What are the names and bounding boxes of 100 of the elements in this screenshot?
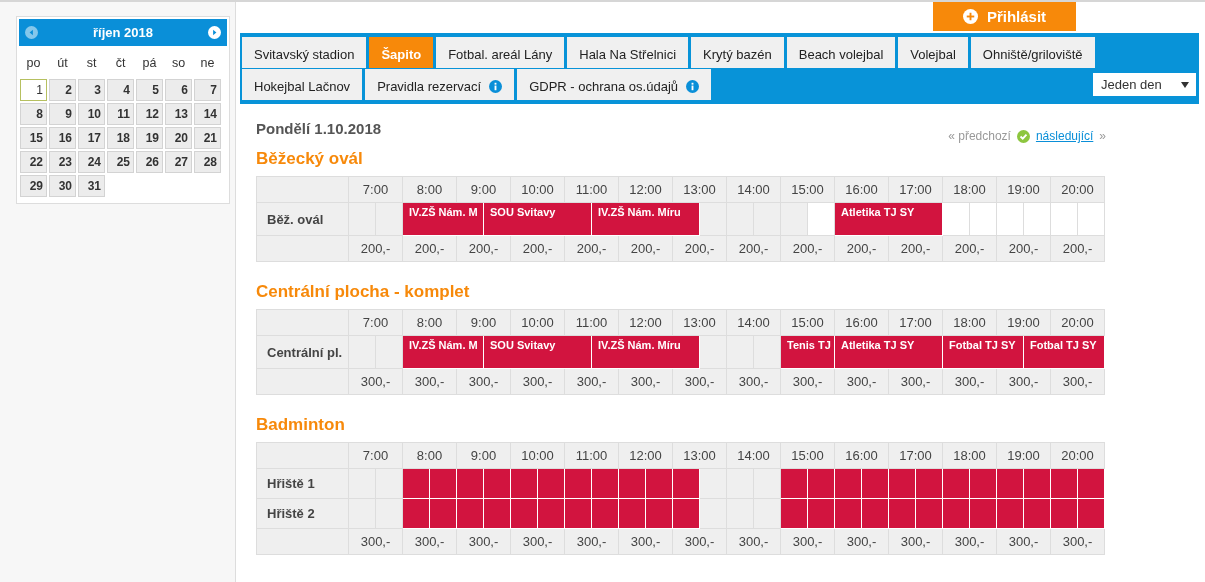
plus-icon [962, 9, 978, 24]
booking-block: Fotbal TJ SY [1024, 336, 1105, 369]
calendar-day[interactable]: 16 [49, 127, 76, 149]
calendar-day[interactable]: 6 [165, 79, 192, 101]
calendar-day[interactable]: 9 [49, 103, 76, 125]
price-cell: 200,- [727, 236, 781, 262]
price-cell: 200,- [781, 236, 835, 262]
calendar-day[interactable]: 23 [49, 151, 76, 173]
hour-header: 10:00 [511, 310, 565, 336]
price-cell: 300,- [1051, 529, 1105, 555]
hour-header: 20:00 [1051, 177, 1105, 203]
calendar-day[interactable]: 3 [78, 79, 105, 101]
calendar-day[interactable]: 8 [20, 103, 47, 125]
hour-header: 7:00 [349, 443, 403, 469]
tab[interactable]: Fotbal. areál Lány [436, 37, 565, 68]
calendar-day[interactable]: 11 [107, 103, 134, 125]
section-title: Badminton [256, 415, 346, 435]
calendar-day[interactable]: 19 [136, 127, 163, 149]
price-cell: 200,- [565, 236, 619, 262]
hour-header: 15:00 [781, 177, 835, 203]
hour-header: 17:00 [889, 310, 943, 336]
section-title: Centrální plocha - komplet [256, 282, 471, 302]
calendar-day[interactable]: 25 [107, 151, 134, 173]
weekday-label: so [170, 55, 187, 72]
price-cell: 300,- [835, 529, 889, 555]
price-cell: 300,- [781, 529, 835, 555]
price-cell: 200,- [403, 236, 457, 262]
price-cell: 300,- [619, 369, 673, 395]
calendar-day[interactable]: 21 [194, 127, 221, 149]
time-slot[interactable] [970, 203, 997, 236]
tab[interactable]: Beach volejbal [786, 37, 896, 68]
calendar-day[interactable]: 22 [20, 151, 47, 173]
time-slot[interactable] [808, 203, 835, 236]
booking-block: Tenis TJ [781, 336, 835, 369]
calendar-day[interactable]: 26 [136, 151, 163, 173]
tab[interactable]: Svitavský stadion [242, 37, 367, 68]
hour-header: 20:00 [1051, 443, 1105, 469]
calendar-day[interactable]: 5 [136, 79, 163, 101]
booking-block: Atletika TJ SY [835, 336, 943, 369]
hour-header: 19:00 [997, 177, 1051, 203]
hour-header: 16:00 [835, 443, 889, 469]
calendar-day[interactable]: 27 [165, 151, 192, 173]
next-link[interactable]: následující [1035, 129, 1094, 143]
calendar-day[interactable]: 29 [20, 175, 47, 197]
calendar-day[interactable]: 30 [49, 175, 76, 197]
calendar-day[interactable]: 24 [78, 151, 105, 173]
hour-header: 11:00 [565, 443, 619, 469]
hour-header: 8:00 [403, 177, 457, 203]
hour-header: 15:00 [781, 443, 835, 469]
price-cell: 200,- [889, 236, 943, 262]
tab[interactable]: GDPR - ochrana os.údajů [517, 69, 712, 100]
hour-header: 13:00 [673, 177, 727, 203]
price-cell: 200,- [943, 236, 997, 262]
weekday-label: st [85, 55, 98, 72]
hour-header: 13:00 [673, 310, 727, 336]
date-heading: Pondělí 1.10.2018 [256, 120, 382, 137]
price-cell: 300,- [403, 369, 457, 395]
calendar-day[interactable]: 20 [165, 127, 192, 149]
calendar-day[interactable]: 17 [78, 127, 105, 149]
time-slot[interactable] [997, 203, 1024, 236]
calendar-day[interactable]: 28 [194, 151, 221, 173]
booking-block: SOU Svitavy [484, 336, 592, 369]
tab[interactable]: Hala Na Střelnici [567, 37, 689, 68]
calendar-day[interactable]: 18 [107, 127, 134, 149]
hour-header: 10:00 [511, 177, 565, 203]
calendar-day[interactable]: 31 [78, 175, 105, 197]
tab[interactable]: Ohniště/griloviště [970, 37, 1095, 68]
hour-header: 14:00 [727, 310, 781, 336]
price-cell: 300,- [997, 369, 1051, 395]
price-cell: 300,- [727, 369, 781, 395]
hour-header: 12:00 [619, 443, 673, 469]
calendar-day[interactable]: 12 [136, 103, 163, 125]
calendar-day[interactable]: 2 [49, 79, 76, 101]
calendar-day[interactable]: 4 [107, 79, 134, 101]
hour-header: 19:00 [997, 310, 1051, 336]
time-slot[interactable] [1078, 203, 1105, 236]
calendar-day[interactable]: 15 [20, 127, 47, 149]
tab[interactable]: Hokejbal Lačnov [242, 69, 363, 100]
calendar-day[interactable]: 1 [20, 79, 47, 101]
time-slot[interactable] [943, 203, 970, 236]
price-cell: 200,- [997, 236, 1051, 262]
view-select[interactable]: Jeden den [1093, 73, 1196, 96]
booking-block: Atletika TJ SY [835, 203, 943, 236]
hour-header: 12:00 [619, 177, 673, 203]
price-cell: 300,- [673, 369, 727, 395]
price-cell: 300,- [349, 529, 403, 555]
tab[interactable]: Pravidla rezervací [365, 69, 515, 100]
calendar-day[interactable]: 10 [78, 103, 105, 125]
time-slot[interactable] [1024, 203, 1051, 236]
calendar-day[interactable]: 7 [194, 79, 221, 101]
price-cell: 200,- [349, 236, 403, 262]
time-slot[interactable] [1051, 203, 1078, 236]
tab[interactable]: Volejbal [898, 37, 968, 68]
price-cell: 300,- [943, 369, 997, 395]
calendar-day[interactable]: 13 [165, 103, 192, 125]
tab[interactable]: Krytý bazén [691, 37, 784, 68]
price-cell: 200,- [457, 236, 511, 262]
next-month-icon[interactable] [208, 26, 221, 39]
price-cell: 300,- [457, 529, 511, 555]
calendar-day[interactable]: 14 [194, 103, 221, 125]
